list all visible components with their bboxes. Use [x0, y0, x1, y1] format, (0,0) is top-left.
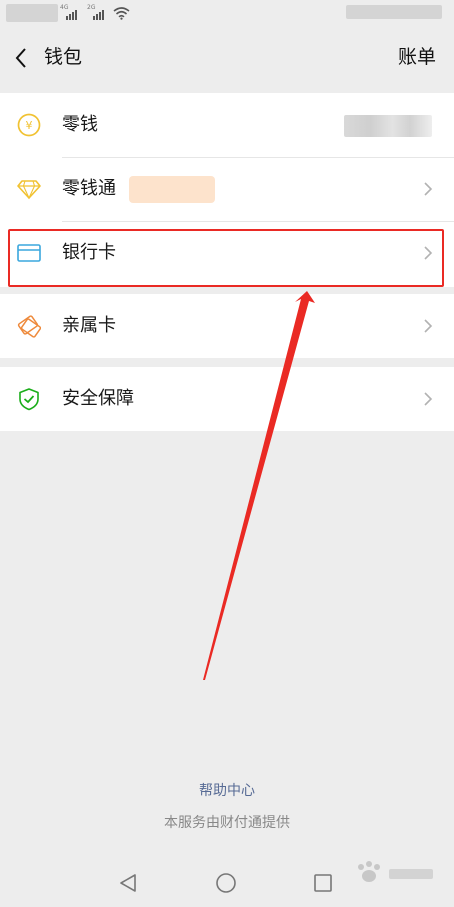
svg-text:¥: ¥	[26, 119, 33, 132]
wallet-row-change[interactable]: ¥ 零钱	[0, 93, 454, 157]
status-blur-right	[346, 5, 442, 19]
watermark-logo	[358, 861, 433, 882]
bank-card-icon	[17, 244, 41, 262]
bills-button[interactable]: 账单	[398, 28, 436, 86]
wallet-group-family: 亲属卡	[0, 294, 454, 358]
navbar: 钱包 账单	[0, 28, 454, 88]
help-center-link[interactable]: 帮助中心	[0, 780, 454, 800]
wallet-group-main: ¥ 零钱 零钱通 银行卡	[0, 93, 454, 287]
chevron-right-icon	[424, 246, 433, 260]
wallet-group-security: 安全保障	[0, 367, 454, 431]
status-blur-left	[6, 4, 58, 22]
back-arrow-icon[interactable]	[10, 44, 34, 72]
recents-square-icon[interactable]	[312, 872, 334, 894]
chevron-right-icon	[424, 319, 433, 333]
coin-yuan-icon: ¥	[17, 113, 41, 137]
wallet-row-label: 亲属卡	[62, 315, 116, 336]
diamond-icon	[17, 180, 41, 200]
wifi-icon	[113, 7, 130, 20]
chevron-right-icon	[424, 182, 433, 196]
page-title: 钱包	[44, 46, 83, 68]
shield-check-icon	[19, 388, 39, 411]
signal-bars-2-icon	[93, 10, 104, 20]
back-triangle-icon[interactable]	[117, 872, 139, 894]
promo-blurred-badge	[129, 176, 215, 203]
wallet-row-label: 零钱通	[62, 178, 116, 199]
provider-note: 本服务由财付通提供	[164, 815, 290, 831]
signal-bars-icon	[66, 10, 77, 20]
wallet-row-bank-card[interactable]: 银行卡	[0, 221, 454, 285]
wallet-row-family-card[interactable]: 亲属卡	[0, 294, 454, 358]
chevron-right-icon	[424, 392, 433, 406]
wallet-row-security[interactable]: 安全保障	[0, 367, 454, 431]
home-circle-icon[interactable]	[215, 872, 237, 894]
wallet-row-label: 安全保障	[62, 388, 134, 409]
family-card-icon	[17, 315, 41, 338]
status-bar: 4G 2G	[0, 0, 454, 28]
balance-blurred-value	[344, 115, 432, 137]
wallet-row-label: 银行卡	[62, 242, 116, 263]
wallet-row-label: 零钱	[62, 114, 98, 135]
wallet-row-lingqiantong[interactable]: 零钱通	[0, 157, 454, 221]
